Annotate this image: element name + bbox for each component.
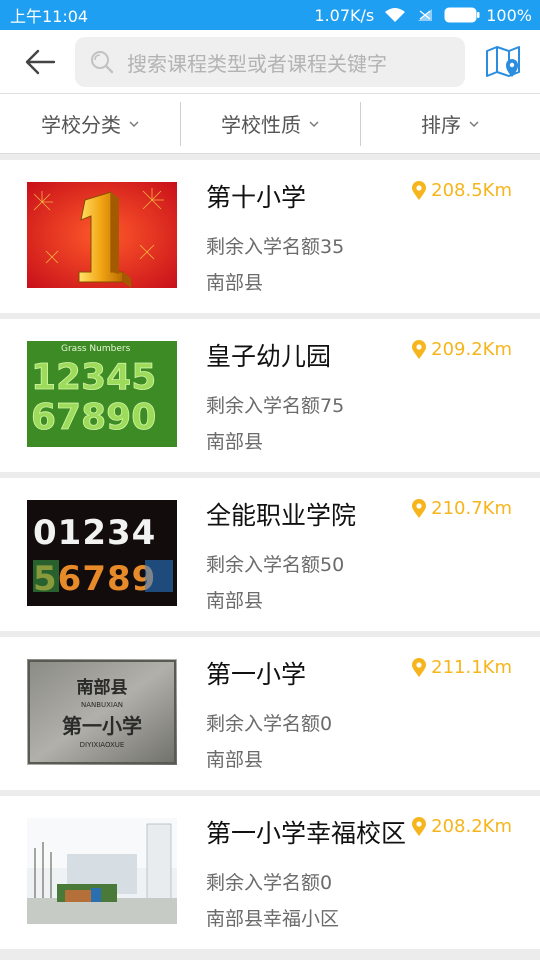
battery-level: 100%	[486, 5, 532, 25]
location-pin-icon	[412, 498, 427, 518]
filter-bar: 学校分类 学校性质 排序	[0, 94, 540, 154]
location-pin-icon	[412, 339, 427, 359]
filter-label: 学校分类	[41, 113, 121, 137]
school-card[interactable]: 南部县 NANBUXIAN 第一小学 DIYIXIAOXUE 第一小学 剩余入学…	[0, 637, 540, 790]
school-distance: 211.1Km	[411, 657, 512, 678]
filter-school-type[interactable]: 学校性质	[180, 94, 360, 153]
school-distance: 210.7Km	[411, 498, 512, 519]
battery-indicator: 100%	[444, 6, 532, 25]
status-bar: 上午11:04 1.07K/s 100%	[0, 0, 540, 30]
school-name: 皇子幼儿园	[206, 342, 332, 371]
thumb-digits-bottom: 67890	[31, 397, 156, 438]
back-arrow-icon	[25, 49, 56, 75]
thumb-caption: Grass Numbers	[61, 344, 131, 354]
school-list: 第十小学 剩余入学名额35 南部县 208.5Km Grass Numbers …	[0, 160, 540, 955]
school-thumbnail: 01234 56789	[27, 500, 177, 606]
battery-icon	[444, 7, 480, 23]
school-card[interactable]: Grass Numbers 12345 67890 皇子幼儿园 剩余入学名额75…	[0, 319, 540, 472]
chevron-down-icon	[309, 121, 319, 127]
school-card[interactable]: 第十小学 剩余入学名额35 南部县 208.5Km	[0, 160, 540, 313]
filter-label: 学校性质	[221, 113, 301, 137]
status-indicators: 1.07K/s 100%	[314, 6, 532, 25]
school-quota: 剩余入学名额75	[206, 395, 345, 417]
school-area: 南部县	[206, 272, 264, 294]
thumb-digits-top: 01234	[33, 513, 156, 553]
top-bar: 搜索课程类型或者课程关键字	[0, 30, 540, 94]
school-name: 第一小学	[206, 660, 307, 689]
location-pin-icon	[412, 657, 427, 677]
location-pin-icon	[412, 180, 427, 200]
school-quota: 剩余入学名额0	[206, 713, 333, 735]
back-button[interactable]	[20, 44, 60, 80]
school-thumbnail: Grass Numbers 12345 67890	[27, 341, 177, 447]
signal-icon	[416, 7, 434, 23]
plaque-line2: NANBUXIAN	[81, 701, 123, 709]
thumb-digits-top: 12345	[31, 357, 156, 398]
school-card[interactable]: 01234 56789 全能职业学院 剩余入学名额50 南部县 210.7Km	[0, 478, 540, 631]
school-name: 全能职业学院	[206, 501, 357, 530]
distance-value: 211.1Km	[431, 657, 512, 678]
map-button[interactable]	[484, 44, 522, 80]
school-distance: 208.2Km	[411, 816, 512, 837]
chevron-down-icon	[469, 121, 479, 127]
search-icon	[91, 51, 114, 74]
school-card[interactable]: 第一小学幸福校区 剩余入学名额0 南部县幸福小区 208.2Km	[0, 796, 540, 949]
search-input[interactable]: 搜索课程类型或者课程关键字	[75, 37, 465, 87]
filter-label: 排序	[421, 113, 461, 137]
school-thumbnail	[27, 182, 177, 288]
distance-value: 208.2Km	[431, 816, 512, 837]
distance-value: 208.5Km	[431, 180, 512, 201]
school-thumbnail: 南部县 NANBUXIAN 第一小学 DIYIXIAOXUE	[27, 659, 177, 765]
status-time: 上午11:04	[10, 7, 89, 26]
distance-value: 209.2Km	[431, 339, 512, 360]
filter-sort[interactable]: 排序	[360, 94, 540, 153]
location-pin-icon	[412, 816, 427, 836]
plaque-line4: DIYIXIAOXUE	[80, 741, 125, 749]
school-area: 南部县	[206, 749, 264, 771]
school-quota: 剩余入学名额0	[206, 872, 333, 894]
school-thumbnail	[27, 818, 177, 924]
search-placeholder: 搜索课程类型或者课程关键字	[127, 51, 387, 76]
plaque-line3: 第一小学	[62, 714, 142, 738]
map-icon	[486, 46, 520, 77]
network-speed: 1.07K/s	[314, 5, 375, 25]
school-distance: 208.5Km	[411, 180, 512, 201]
school-quota: 剩余入学名额35	[206, 236, 345, 258]
school-distance: 209.2Km	[411, 339, 512, 360]
school-area: 南部县	[206, 431, 264, 453]
school-name: 第一小学幸福校区	[206, 819, 407, 848]
distance-value: 210.7Km	[431, 498, 512, 519]
school-name: 第十小学	[206, 183, 307, 212]
filter-school-category[interactable]: 学校分类	[0, 94, 180, 153]
wifi-icon	[384, 7, 406, 23]
school-quota: 剩余入学名额50	[206, 554, 345, 576]
school-area: 南部县幸福小区	[206, 908, 340, 930]
plaque-line1: 南部县	[77, 677, 128, 698]
school-area: 南部县	[206, 590, 264, 612]
chevron-down-icon	[129, 121, 139, 127]
